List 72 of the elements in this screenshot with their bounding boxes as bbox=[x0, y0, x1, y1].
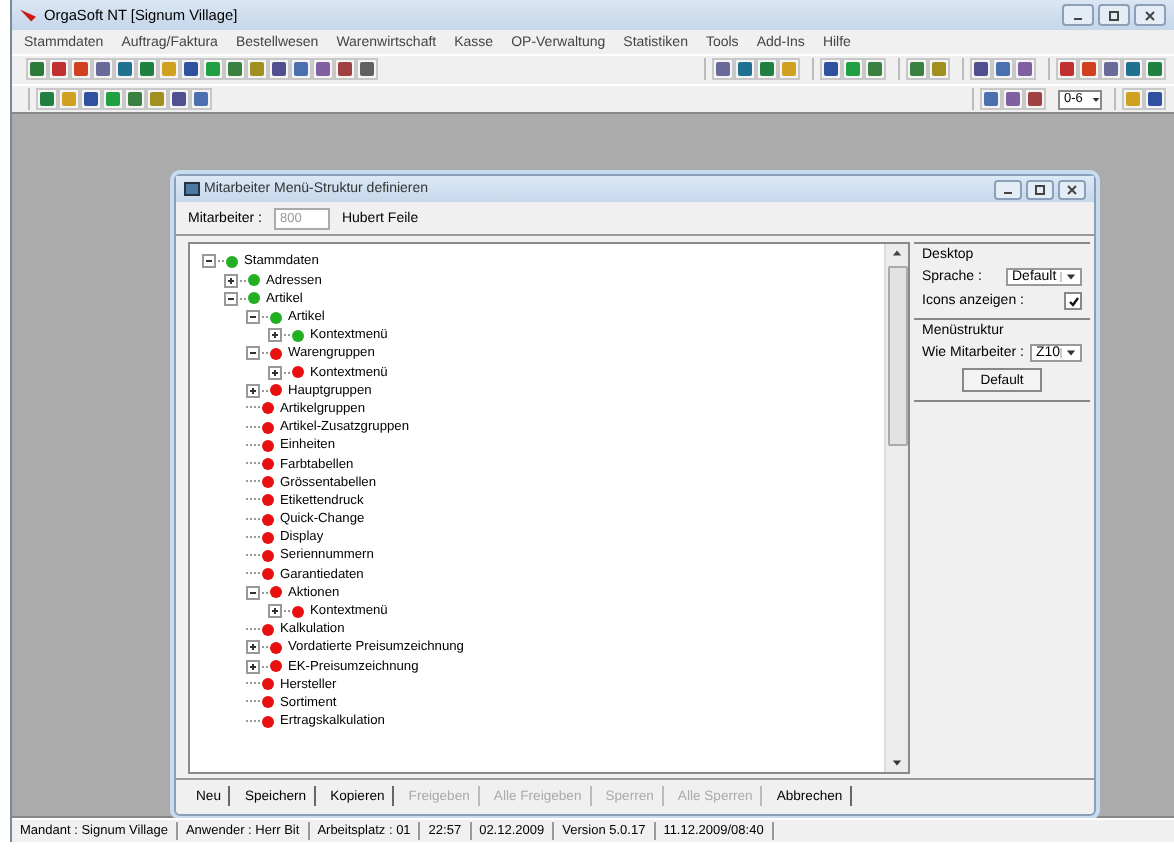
toolbar-button[interactable] bbox=[334, 58, 356, 81]
close-icon[interactable] bbox=[1144, 9, 1156, 22]
toolbar-button[interactable] bbox=[970, 58, 992, 81]
toolbar-button[interactable] bbox=[1056, 58, 1078, 81]
toolbar-button[interactable] bbox=[980, 88, 1002, 111]
expander-icon[interactable] bbox=[268, 328, 282, 343]
toolbar-button[interactable] bbox=[734, 58, 756, 81]
toolbar-button[interactable] bbox=[842, 58, 864, 81]
toolbar-button[interactable] bbox=[906, 58, 928, 81]
expander-icon[interactable] bbox=[224, 291, 238, 306]
expander-icon[interactable] bbox=[268, 365, 282, 380]
expander-icon[interactable] bbox=[246, 346, 260, 361]
caret-icon[interactable] bbox=[1092, 95, 1100, 104]
toolbar-button[interactable] bbox=[1002, 88, 1024, 111]
toolbar-button[interactable] bbox=[180, 58, 202, 81]
toolbar-button[interactable] bbox=[202, 58, 224, 81]
close-button[interactable] bbox=[1134, 4, 1166, 27]
toolbar-button[interactable] bbox=[312, 58, 334, 81]
close-icon[interactable] bbox=[1066, 183, 1078, 196]
toolbar-button[interactable] bbox=[92, 58, 114, 81]
toolbar-button[interactable] bbox=[114, 58, 136, 81]
toolbar-button[interactable] bbox=[1144, 58, 1166, 81]
toolbar-button[interactable] bbox=[36, 88, 58, 111]
toolbar-button[interactable] bbox=[48, 58, 70, 81]
toolbar-button[interactable] bbox=[1122, 58, 1144, 81]
expander-icon[interactable] bbox=[246, 585, 260, 600]
caret-icon[interactable] bbox=[1066, 272, 1076, 283]
toolbar-button[interactable] bbox=[1100, 58, 1122, 81]
expander-icon[interactable] bbox=[246, 659, 260, 674]
toolbar-button[interactable] bbox=[756, 58, 778, 81]
toolbar-button[interactable] bbox=[146, 88, 168, 111]
caret-icon[interactable] bbox=[1066, 348, 1077, 359]
toolbar-button[interactable] bbox=[168, 88, 190, 111]
toolbar-button[interactable] bbox=[26, 58, 48, 81]
dialog-window-icon bbox=[184, 182, 200, 197]
close-button[interactable] bbox=[1058, 179, 1086, 200]
toolbar-button[interactable] bbox=[356, 58, 378, 81]
expander-icon[interactable] bbox=[202, 254, 216, 269]
app-logo-icon bbox=[20, 9, 36, 22]
toolbar-button[interactable] bbox=[992, 58, 1014, 81]
expander-icon[interactable] bbox=[246, 310, 260, 325]
toolbar-button[interactable] bbox=[1024, 88, 1046, 111]
maximize-icon[interactable] bbox=[1108, 9, 1120, 22]
toolbar-button[interactable] bbox=[928, 58, 950, 81]
maximize-button[interactable] bbox=[1026, 179, 1054, 200]
toolbar-button[interactable] bbox=[268, 58, 290, 81]
minimize-button[interactable] bbox=[1062, 4, 1094, 27]
expander-icon[interactable] bbox=[246, 383, 260, 398]
expander-icon[interactable] bbox=[224, 273, 238, 288]
expander-icon[interactable] bbox=[268, 604, 282, 619]
minimize-button[interactable] bbox=[994, 179, 1022, 200]
icons-checkbox[interactable] bbox=[1064, 292, 1082, 311]
expander-icon[interactable] bbox=[246, 640, 260, 655]
toolbar-button[interactable] bbox=[864, 58, 886, 81]
toolbar-button[interactable] bbox=[712, 58, 734, 81]
toolbar-button[interactable] bbox=[80, 88, 102, 111]
maximize-icon[interactable] bbox=[1034, 183, 1046, 196]
toolbar-button[interactable] bbox=[70, 58, 92, 81]
maximize-button[interactable] bbox=[1098, 4, 1130, 27]
toolbar-button[interactable] bbox=[102, 88, 124, 111]
toolbar-button[interactable] bbox=[1014, 58, 1036, 81]
toolbar-button[interactable] bbox=[290, 58, 312, 81]
toolbar-button[interactable] bbox=[224, 58, 246, 81]
scroll-thumb[interactable] bbox=[887, 266, 907, 447]
toolbar-button[interactable] bbox=[136, 58, 158, 81]
toolbar-button[interactable] bbox=[1144, 88, 1166, 111]
toolbar-button[interactable] bbox=[190, 88, 212, 111]
toolbar-button[interactable] bbox=[1078, 58, 1100, 81]
scrollbar[interactable] bbox=[884, 244, 908, 773]
toolbar-button[interactable] bbox=[124, 88, 146, 111]
toolbar-button[interactable] bbox=[820, 58, 842, 81]
toolbar-button[interactable] bbox=[246, 58, 268, 81]
